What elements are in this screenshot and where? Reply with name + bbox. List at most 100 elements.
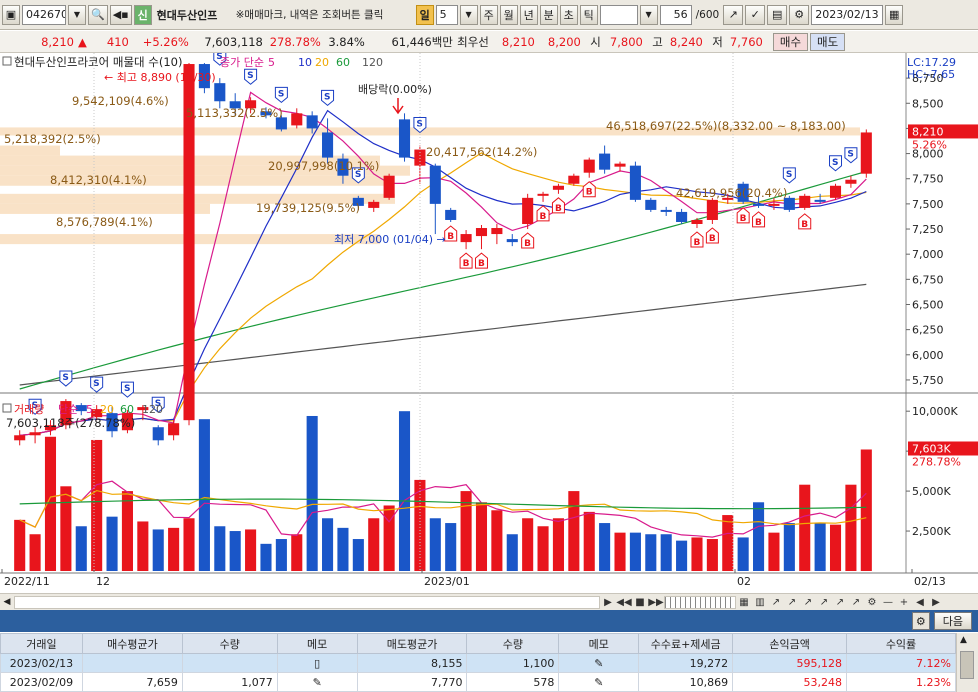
volume-profile-label: 5,113,332(2.5%) [186,106,283,120]
header-fee-tax[interactable]: 수수료+제세금 [638,633,734,654]
low-price-note: 최저 7,000 (01/04) → [334,233,446,246]
layout-icon-2[interactable]: ▥ [752,595,768,610]
sell-mark-label: S [847,150,853,160]
candle-body [706,199,718,220]
cell-buy-qty: 1,077 [181,672,278,692]
candle-body [753,203,765,206]
buy-button[interactable]: 매수 [772,32,809,51]
new-listing-badge: 신 [133,4,152,25]
volume-profile-label: 8,412,310(4.1%) [50,173,147,187]
period-dropdown-icon[interactable]: ▼ [459,4,478,25]
move-left-icon[interactable]: ◀ [912,595,928,610]
settings-gear-icon[interactable]: ⚙ [864,595,880,610]
memo-edit-icon[interactable]: ✎ [276,672,358,692]
trade-mark-icon[interactable]: ↗ [723,4,744,25]
candle-body [291,113,303,126]
rewind-icon[interactable]: ◀◀ [616,595,632,610]
stock-code-input[interactable]: 042670 [22,4,66,25]
volume-bar [552,518,564,571]
y-tick-label: 6,500 [912,298,944,311]
volume-bar [691,537,703,571]
period-month-button[interactable]: 월 [499,4,518,25]
memo-edit-icon[interactable]: ✎ [558,672,640,692]
checkmark-icon[interactable]: ✓ [745,4,766,25]
volume-bar [737,537,749,571]
x-tick-label: 02 [737,575,751,588]
volume-y-tick-label: 10,000K [912,405,958,418]
chart-type-icon-5[interactable]: ↗ [832,595,848,610]
table-vertical-scrollbar[interactable]: ▲ [956,633,978,692]
header-buy-avg[interactable]: 매수평균가 [81,633,183,654]
candle-body [522,197,534,224]
zoom-slider[interactable] [664,595,736,609]
candle-body [860,132,872,174]
cell-profit: 595,128 [732,653,848,673]
search-icon[interactable]: 🔍 [88,4,108,25]
date-input[interactable]: 2023/02/13 [811,4,884,25]
volume-badge-label: 7,603K [912,442,951,455]
table-row[interactable]: 2023/02/13 ▯ 8,155 1,100 ✎ 19,272 595,12… [0,653,956,673]
header-sell-qty[interactable]: 수량 [466,633,560,654]
period-tick-button[interactable]: 틱 [579,4,598,25]
zoom-out-icon[interactable]: — [880,595,896,610]
volume-bar [60,486,72,571]
panel-gear-icon[interactable]: ⚙ [911,612,930,630]
chart-type-icon-3[interactable]: ↗ [800,595,816,610]
cell-return: 7.12% [846,653,956,673]
header-sell-memo[interactable]: 메모 [558,633,640,654]
header-sell-avg[interactable]: 매도평균가 [356,633,468,654]
volume-bar [491,510,503,571]
forward-icon[interactable]: ▶▶ [648,595,664,610]
volume-bar [829,524,842,571]
save-icon[interactable]: ▤ [767,4,788,25]
scroll-up-icon[interactable]: ▲ [960,635,967,645]
period-minute-button[interactable]: 분 [539,4,558,25]
header-return[interactable]: 수익률 [846,633,956,654]
up-arrow-icon: ▲ [78,34,87,49]
interval-dropdown-icon[interactable]: ▼ [639,4,658,25]
memo-empty-icon[interactable]: ▯ [276,653,358,673]
header-buy-qty[interactable]: 수량 [181,633,278,654]
move-right-icon[interactable]: ▶ [928,595,944,610]
chart-type-icon-2[interactable]: ↗ [784,595,800,610]
candle-body [14,435,26,441]
stock-chart[interactable]: 8,7508,5008,2508,0007,7507,5007,2507,000… [0,34,978,593]
interval-select[interactable] [599,4,638,25]
code-search-button[interactable]: ▣ [2,4,20,25]
scroll-track[interactable] [14,595,600,609]
candle-body [599,153,611,170]
table-row[interactable]: 2023/02/09 7,659 1,077 ✎ 7,770 578 ✎ 10,… [0,672,956,692]
volume-ma-period: 20 [100,403,114,416]
period-second-button[interactable]: 초 [559,4,578,25]
settings-gear-icon[interactable]: ⚙ [789,4,810,25]
scroll-right-icon[interactable]: ▶ [600,595,616,610]
chart-type-icon-1[interactable]: ↗ [768,595,784,610]
volume-profile-label: 42,619,956(20.4%) [676,186,787,200]
scroll-left-icon[interactable]: ◀ [0,595,14,610]
price-ma-period: 10 [298,56,312,69]
chart-type-icon-4[interactable]: ↗ [816,595,832,610]
scroll-thumb[interactable] [960,651,974,679]
next-button[interactable]: 다음 [933,612,972,630]
header-profit[interactable]: 손익금액 [732,633,848,654]
header-buy-memo[interactable]: 메모 [276,633,358,654]
sell-button[interactable]: 매도 [810,32,846,51]
calendar-icon[interactable]: ▦ [885,4,904,25]
candle-body [629,165,641,200]
cell-sell-qty: 1,100 [466,653,560,673]
volume-bar [799,484,811,571]
data-count-input[interactable]: 56 [659,4,692,25]
code-dropdown-icon[interactable]: ▼ [68,4,86,25]
period-value-input[interactable]: 5 [435,4,458,25]
header-trade-date[interactable]: 거래일 [0,633,83,654]
period-year-button[interactable]: 년 [519,4,538,25]
speaker-icon[interactable]: ◀▪ [109,4,132,25]
stop-icon[interactable]: ■ [632,595,648,610]
chart-type-icon-6[interactable]: ↗ [848,595,864,610]
period-day-button[interactable]: 일 [415,4,434,25]
period-week-button[interactable]: 주 [479,4,498,25]
chart-canvas[interactable]: 8,7508,5008,2508,0007,7507,5007,2507,000… [0,34,978,593]
layout-icon-1[interactable]: ▦ [736,595,752,610]
memo-edit-icon[interactable]: ✎ [558,653,640,673]
zoom-in-icon[interactable]: + [896,595,912,610]
